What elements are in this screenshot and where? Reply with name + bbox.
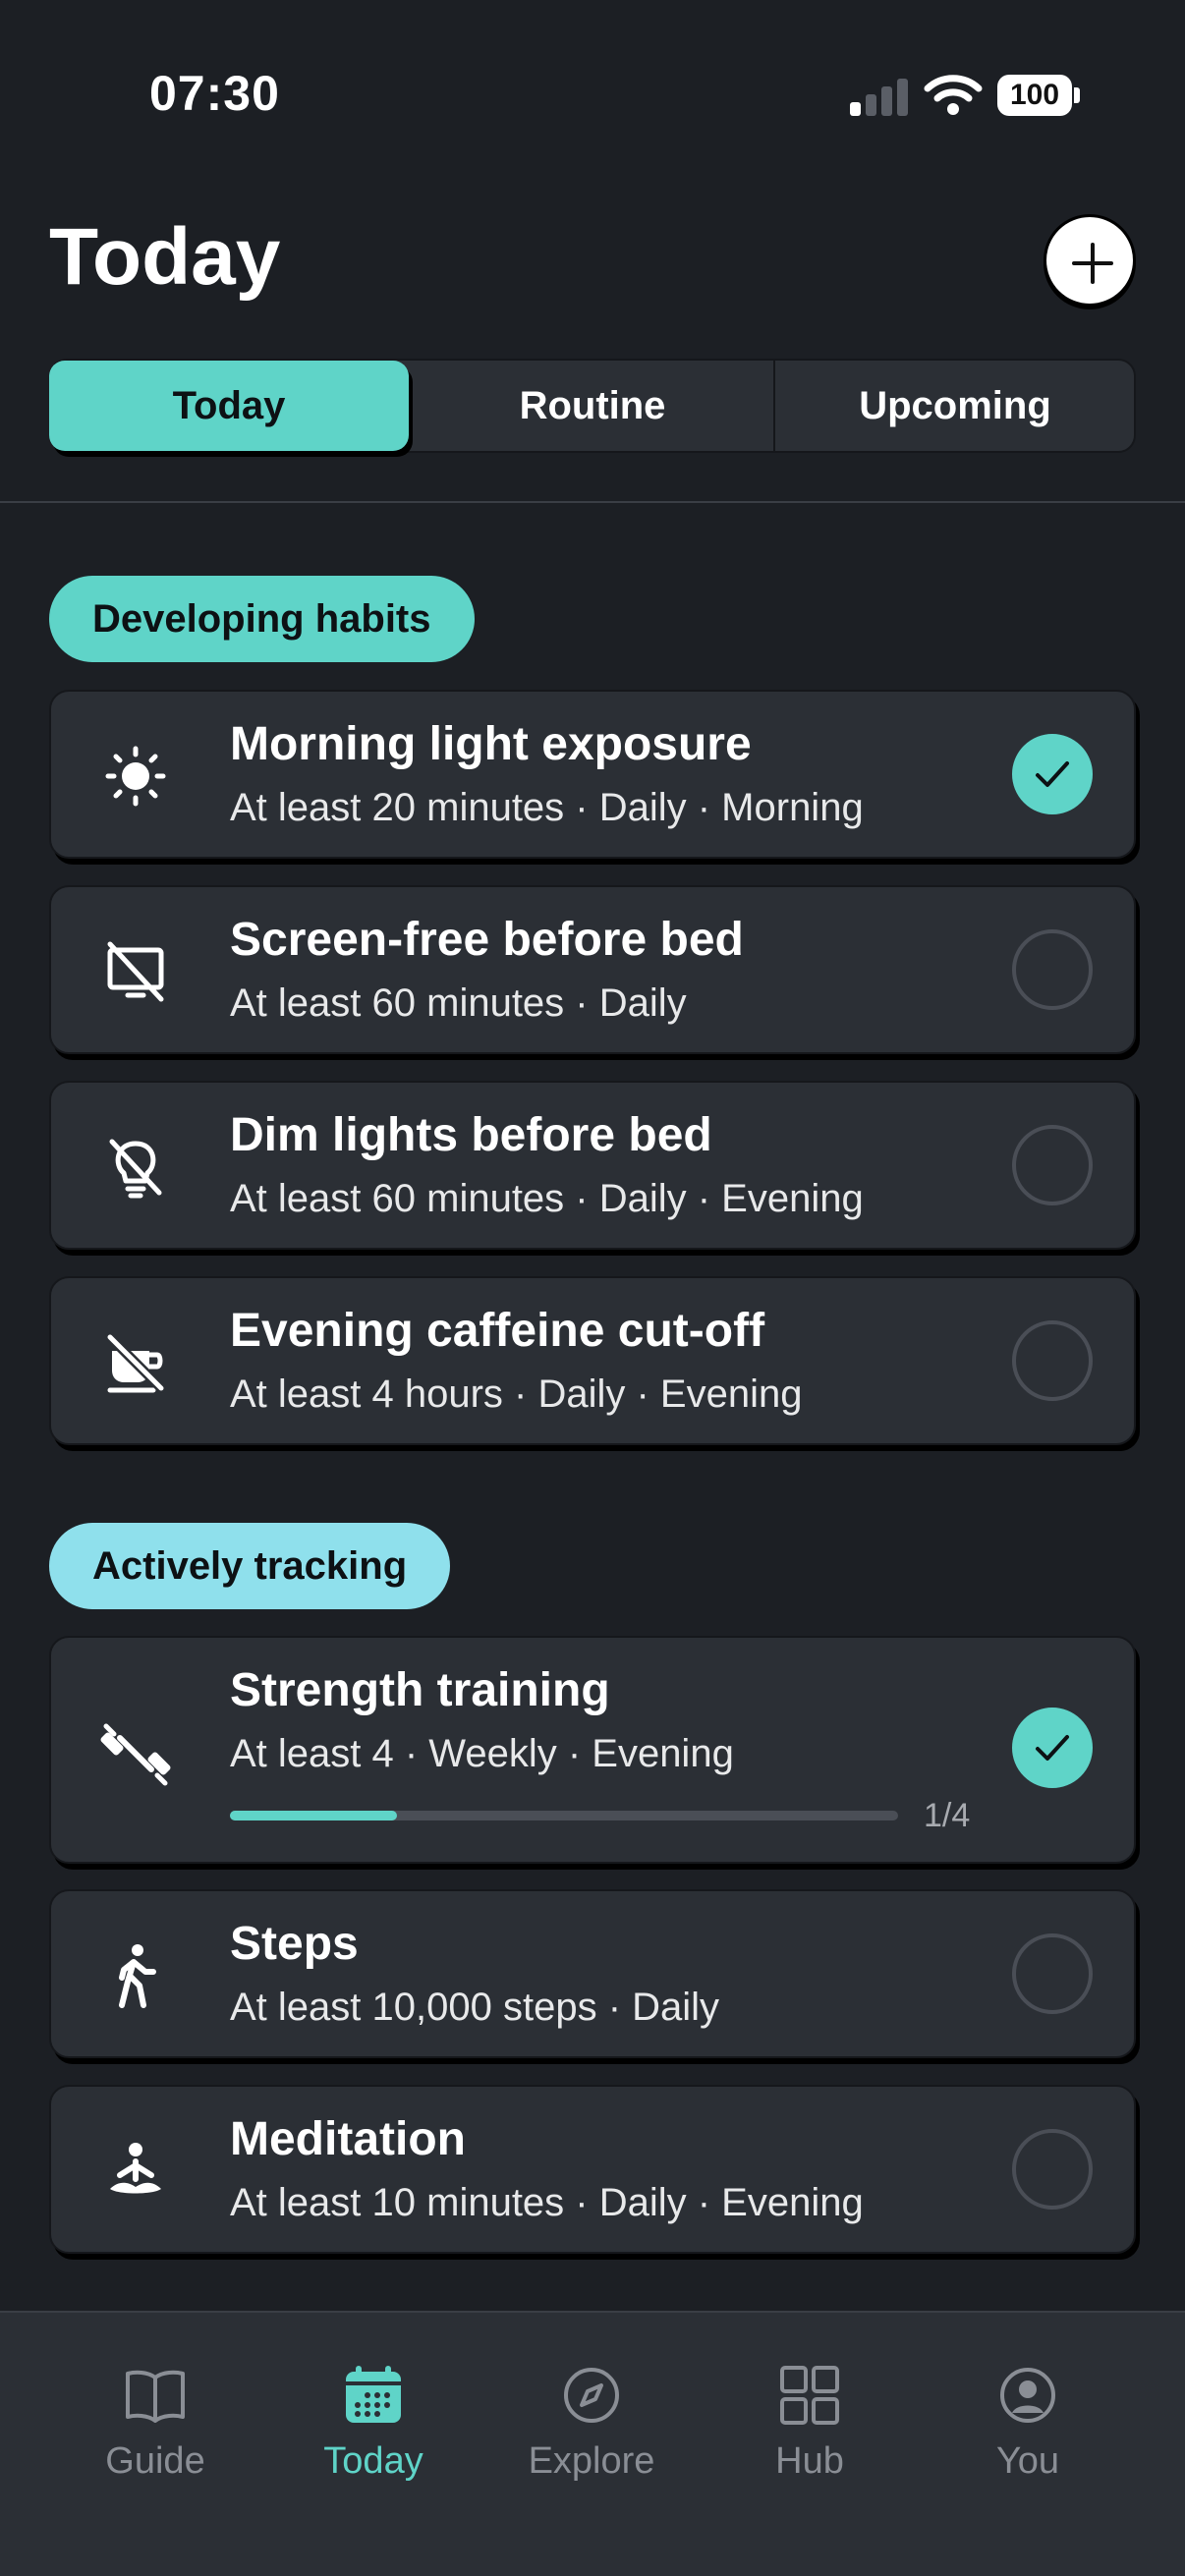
screen-off-icon: [100, 936, 171, 1007]
book-icon: [126, 2370, 185, 2423]
habit-title: Meditation: [230, 2113, 466, 2165]
nav-hub[interactable]: Hub: [721, 2362, 898, 2483]
habit-subtitle: At least 20 minutes · Daily · Morning: [230, 786, 864, 829]
nav-label: Explore: [528, 2440, 655, 2482]
battery-level: 100: [997, 75, 1072, 116]
habit-check-toggle[interactable]: [1012, 1708, 1093, 1788]
status-bar: 07:30 100: [0, 0, 1185, 187]
bulb-off-icon: [100, 1132, 171, 1203]
habit-subtitle: At least 4 · Weekly · Evening: [230, 1732, 734, 1775]
no-coffee-icon: [100, 1327, 171, 1398]
tab-routine[interactable]: Routine: [413, 361, 772, 451]
section-pill-developing: Developing habits: [49, 576, 475, 662]
dumbbell-icon: [100, 1718, 171, 1789]
nav-label: Today: [323, 2440, 423, 2482]
habit-title: Steps: [230, 1918, 359, 1970]
nav-guide[interactable]: Guide: [67, 2362, 244, 2483]
habit-card[interactable]: Strength training At least 4 · Weekly · …: [49, 1636, 1136, 1864]
habit-subtitle: At least 4 hours · Daily · Evening: [230, 1372, 803, 1416]
nav-label: You: [995, 2440, 1060, 2482]
sun-icon: [100, 741, 171, 812]
page-title: Today: [49, 212, 281, 302]
checkmark-icon: [1036, 1735, 1069, 1761]
tab-upcoming[interactable]: Upcoming: [775, 361, 1135, 451]
compass-icon: [564, 2368, 619, 2423]
habit-progress-fill: [230, 1811, 397, 1820]
cellular-signal-icon: [850, 77, 909, 116]
habit-card[interactable]: Meditation At least 10 minutes · Daily ·…: [49, 2085, 1136, 2254]
nav-explore[interactable]: Explore: [503, 2362, 680, 2483]
bottom-nav: Guide Today Explore Hub You: [0, 2311, 1185, 2576]
nav-today[interactable]: Today: [285, 2362, 462, 2483]
wifi-icon: [924, 73, 983, 116]
habit-subtitle: At least 10 minutes · Daily · Evening: [230, 2181, 864, 2224]
habit-check-toggle[interactable]: [1012, 1320, 1093, 1401]
header-divider: [0, 501, 1185, 503]
checkmark-icon: [1036, 761, 1069, 787]
habit-subtitle: At least 10,000 steps · Daily: [230, 1986, 720, 2029]
habit-subtitle: At least 60 minutes · Daily: [230, 981, 687, 1025]
habit-subtitle: At least 60 minutes · Daily · Evening: [230, 1177, 864, 1220]
habit-card[interactable]: Dim lights before bed At least 60 minute…: [49, 1081, 1136, 1250]
status-time: 07:30: [149, 66, 280, 121]
habit-progress-bar: [230, 1811, 898, 1820]
habit-title: Strength training: [230, 1664, 610, 1716]
nav-label: Guide: [105, 2440, 205, 2482]
habit-card[interactable]: Morning light exposure At least 20 minut…: [49, 690, 1136, 859]
plus-icon: [1072, 243, 1113, 284]
habit-card[interactable]: Evening caffeine cut-off At least 4 hour…: [49, 1276, 1136, 1445]
habit-title: Screen-free before bed: [230, 914, 744, 966]
habit-title: Evening caffeine cut-off: [230, 1305, 765, 1357]
habit-card[interactable]: Screen-free before bed At least 60 minut…: [49, 885, 1136, 1054]
habit-progress-label: 1/4: [924, 1797, 971, 1834]
habit-check-toggle[interactable]: [1012, 1933, 1093, 2014]
profile-icon: [1000, 2368, 1055, 2423]
habit-check-toggle[interactable]: [1012, 734, 1093, 814]
grid-icon: [780, 2366, 839, 2425]
habit-title: Morning light exposure: [230, 718, 752, 770]
habit-title: Dim lights before bed: [230, 1109, 712, 1161]
habit-check-toggle[interactable]: [1012, 1125, 1093, 1205]
add-habit-button[interactable]: [1044, 214, 1136, 307]
habit-check-toggle[interactable]: [1012, 2129, 1093, 2210]
nav-label: Hub: [775, 2440, 844, 2482]
battery-icon: 100: [997, 75, 1080, 116]
meditation-icon: [100, 2136, 171, 2207]
view-tabs: Today Routine Upcoming: [49, 359, 1136, 453]
nav-you[interactable]: You: [939, 2362, 1116, 2483]
walking-icon: [100, 1940, 171, 2011]
habit-check-toggle[interactable]: [1012, 929, 1093, 1010]
section-pill-tracking: Actively tracking: [49, 1523, 451, 1609]
habit-card[interactable]: Steps At least 10,000 steps · Daily: [49, 1889, 1136, 2058]
tab-today[interactable]: Today: [49, 361, 409, 451]
calendar-icon: [346, 2366, 401, 2423]
